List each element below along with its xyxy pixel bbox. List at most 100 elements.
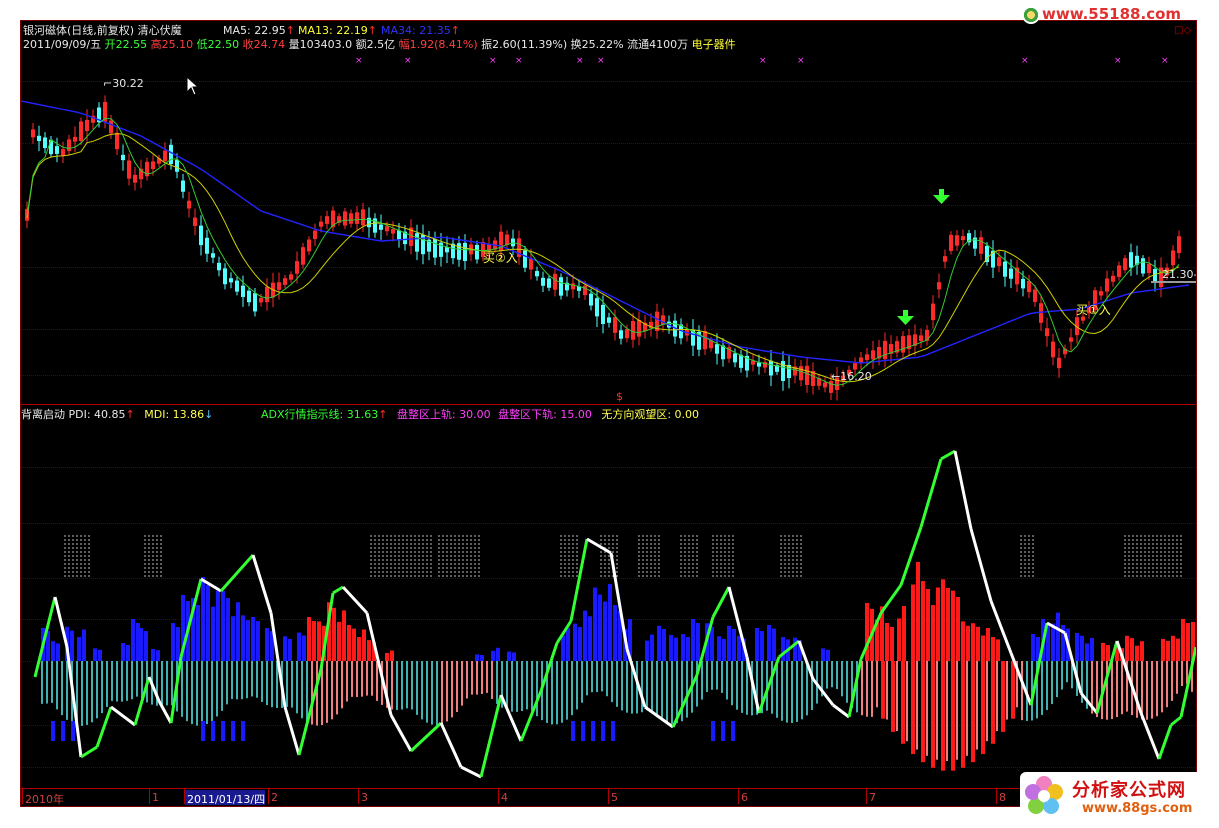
indicator-neg-bar (906, 661, 908, 742)
indicator-bar (302, 635, 306, 661)
candle (133, 174, 137, 183)
candle (1147, 263, 1151, 274)
time-axis-label: 5 (611, 791, 618, 804)
candle (457, 243, 461, 260)
indicator-neg-bar (801, 661, 803, 720)
candle (391, 229, 395, 234)
indicator-bar (1106, 645, 1110, 661)
signal-x-marker: × (797, 56, 805, 66)
indicator-neg-bar (746, 661, 748, 715)
indicator-bar (206, 585, 210, 661)
indicator-bar (971, 623, 975, 661)
kline-window[interactable]: 银河磁体(日线,前复权) 清心伏魔 MA5: 22.95↑ MA13: 22.1… (20, 20, 1197, 807)
ma5-label: MA5: 22.95↑ (223, 24, 295, 37)
indicator-neg-bar (786, 661, 788, 723)
indicator-neg-bar (1136, 661, 1138, 718)
candle (853, 363, 857, 370)
indicator-neg-bar (491, 661, 493, 699)
indicator-neg-bar (1021, 661, 1023, 721)
indicator-neg-bar (806, 661, 808, 716)
candle (61, 149, 65, 156)
candle (67, 139, 71, 152)
indicator-neg-bar (426, 661, 428, 723)
candle (163, 150, 167, 162)
indicator-bar (151, 649, 155, 661)
indicator-neg-bar (651, 661, 653, 713)
indicator-neg-bar (136, 661, 138, 697)
indicator-bar (916, 562, 920, 661)
adx-line-segment (879, 584, 903, 614)
indicator-bar (201, 577, 205, 661)
adx-line-segment (439, 722, 463, 768)
candle (307, 239, 311, 252)
indicator-neg-bar (896, 661, 898, 731)
indicator-neg-bar (526, 661, 528, 710)
buy-arrow-icon (933, 189, 950, 204)
indicator-neg-bar (66, 661, 68, 720)
candle (733, 353, 737, 363)
indicator-neg-bar (451, 661, 453, 718)
indicator-neg-bar (796, 661, 798, 722)
indicator-bar (911, 661, 915, 755)
stock-name: 银河磁体(日线,前复权) (23, 24, 135, 37)
indicator-bar (931, 605, 935, 661)
adx-line-segment (1157, 724, 1173, 760)
indicator-bar (1031, 634, 1035, 661)
indicator-neg-bar (1171, 661, 1173, 701)
adx-line-segment (53, 596, 69, 648)
indicator-neg-bar (161, 661, 163, 706)
stock-title: 银河磁体(日线,前复权) 清心伏魔 (23, 24, 182, 37)
candle (1081, 316, 1085, 321)
indicator-bar (1075, 633, 1079, 661)
indicator-bar (367, 640, 371, 661)
indicator-neg-bar (581, 661, 583, 703)
indicator-bar (1051, 623, 1055, 661)
adx-line-segment (283, 706, 301, 756)
candle (193, 217, 197, 226)
indicator-bar (1161, 639, 1165, 661)
indicator-neg-bar (251, 661, 253, 697)
buy-arrow-icon (897, 310, 914, 325)
window-buttons[interactable]: □◇ (1174, 24, 1191, 37)
indicator-bar (737, 635, 741, 661)
indicator-neg-bar (976, 661, 978, 750)
indicator-bar (710, 626, 714, 661)
divider-handle-icon[interactable]: $ (616, 390, 623, 403)
indicator-neg-bar (826, 661, 828, 689)
candle (397, 230, 401, 241)
candle (367, 217, 371, 228)
indicator-neg-bar (596, 661, 598, 693)
time-axis-label: 8 (999, 791, 1006, 804)
adx-line-segment (460, 765, 482, 779)
indicator-bar (696, 623, 700, 661)
indicator-bar (669, 635, 673, 661)
indicator-bar (196, 605, 200, 661)
indicator-neg-bar (206, 661, 208, 725)
time-axis-label: 6 (741, 791, 748, 804)
time-axis-label: 2011/01/13/四 (187, 793, 266, 806)
indicator-bar (1001, 661, 1005, 732)
candle (1033, 289, 1037, 302)
indicator-neg-bar (671, 661, 673, 724)
candle (1039, 303, 1043, 323)
indicator-bar (996, 639, 1000, 661)
indicator-neg-bar (776, 661, 778, 718)
indicator-neg-bar (841, 661, 843, 697)
candle (1009, 268, 1013, 279)
logo-icon (1022, 5, 1040, 24)
indicator-bar (881, 661, 885, 719)
panel-divider[interactable] (21, 404, 1196, 405)
indicator-bar (1080, 635, 1084, 661)
indicator-bar (611, 721, 615, 741)
indicator-neg-bar (506, 661, 508, 711)
indicator-bar (121, 643, 125, 661)
indicator-bar (581, 721, 585, 741)
indicator-bar (781, 637, 785, 661)
indicator-neg-bar (986, 661, 988, 742)
indicator-chart[interactable] (21, 407, 1196, 787)
indicator-bar (480, 655, 484, 661)
indicator-neg-bar (936, 661, 938, 760)
indicator-neg-bar (476, 661, 478, 695)
site-watermark-1: www.55188.com (1022, 5, 1181, 24)
indicator-bar (966, 625, 970, 661)
